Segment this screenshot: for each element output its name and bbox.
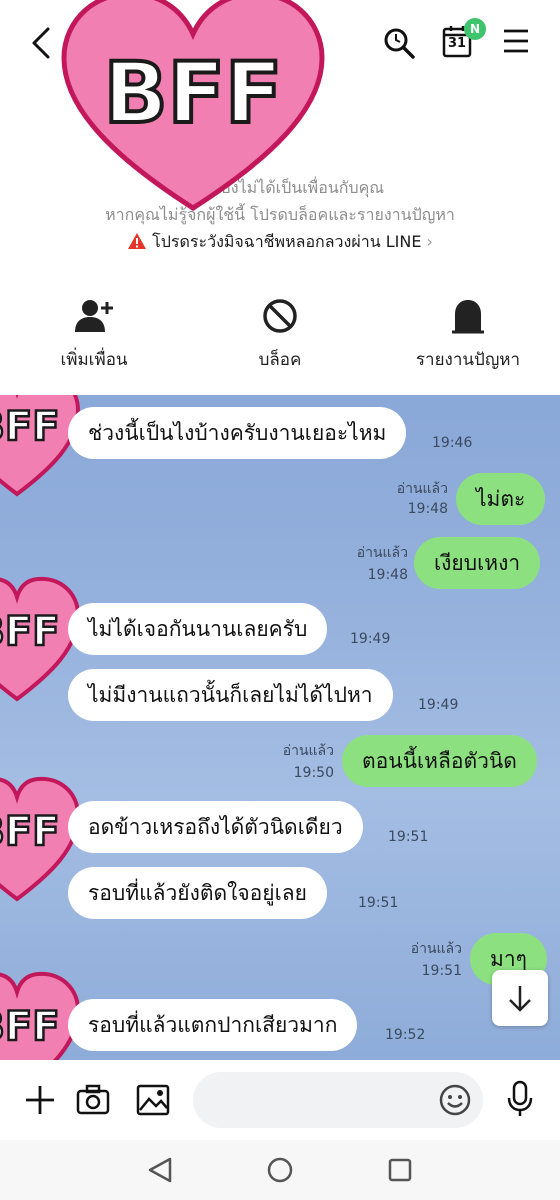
message-time: 19:51 <box>388 829 429 845</box>
scroll-down-icon <box>509 986 531 1012</box>
calendar-button[interactable]: 31 N <box>442 18 486 58</box>
scam-alert-text: โปรดระวังมิจฉาชีพหลอกลวงผ่าน LINE <box>152 232 422 251</box>
message-bubble-outgoing[interactable]: ไม่ตะ <box>456 473 546 525</box>
message-time: 19:48 <box>367 567 408 583</box>
calendar-day: 31 <box>447 36 467 51</box>
message-bubble-incoming[interactable]: รอบที่แล้วยังติดใจอยู่เลย <box>68 867 327 919</box>
message-time: 19:49 <box>418 697 459 713</box>
back-icon[interactable] <box>28 26 54 60</box>
message-bubble-incoming[interactable]: ช่วงนี้เป็นไงบ้างครับงานเยอะไหม <box>68 407 407 459</box>
search-icon[interactable] <box>382 26 416 60</box>
message-time: 19:49 <box>350 631 391 647</box>
chat-area[interactable]: BFF BFF BFF BFF ช่วงนี้เป็นไงบ้างครับงาน… <box>0 395 560 1060</box>
read-receipt: อ่านแล้ว <box>396 481 448 497</box>
message-input[interactable] <box>193 1072 483 1128</box>
report-label: รายงานปัญหา <box>415 350 521 370</box>
mic-icon[interactable] <box>506 1080 534 1118</box>
read-receipt: อ่านแล้ว <box>356 545 408 561</box>
message-bubble-incoming[interactable]: ไม่มีงานแถวนั้นก็เลยไม่ได้ไปหา <box>68 669 393 721</box>
scroll-to-bottom-button[interactable] <box>492 970 548 1026</box>
scam-alert-link[interactable]: โปรดระวังมิจฉาชีพหลอกลวงผ่าน LINE › <box>0 230 560 255</box>
add-friend-icon <box>75 300 113 332</box>
new-badge: N <box>464 18 486 40</box>
nav-home-icon[interactable] <box>266 1156 294 1184</box>
action-bar: เพิ่มเพื่อน บล็อค รายงานปัญหา <box>0 280 560 395</box>
avatar-text: BFF <box>0 609 60 655</box>
message-bubble-outgoing[interactable]: ตอนนี้เหลือตัวนิด <box>342 735 537 787</box>
add-friend-label: เพิ่มเพื่อน <box>60 350 128 370</box>
message-time: 19:51 <box>358 895 399 911</box>
system-nav-bar <box>0 1140 560 1200</box>
plus-icon[interactable] <box>24 1084 56 1116</box>
input-bar <box>0 1060 560 1140</box>
avatar-text: BFF <box>0 1004 60 1050</box>
read-receipt: อ่านแล้ว <box>282 743 334 759</box>
read-receipt: อ่านแล้ว <box>410 941 462 957</box>
message-time: 19:51 <box>421 963 462 979</box>
add-friend-button[interactable]: เพิ่มเพื่อน <box>14 298 174 373</box>
block-icon <box>263 299 297 333</box>
chevron-right-icon: › <box>426 232 433 251</box>
profile-heart-sticker: BFF <box>61 0 325 211</box>
avatar-text: BFF <box>0 809 60 855</box>
report-icon <box>452 300 484 334</box>
message-time: 19:46 <box>432 435 473 451</box>
message-time: 19:52 <box>385 1027 426 1043</box>
sticker-text: BFF <box>104 44 283 142</box>
camera-icon[interactable] <box>76 1084 110 1116</box>
message-time: 19:48 <box>407 501 448 517</box>
sender-avatar[interactable]: BFF <box>0 395 82 500</box>
message-bubble-incoming[interactable]: รอบที่แล้วแตกปากเสียวมาก <box>68 999 358 1051</box>
nav-back-icon[interactable] <box>146 1156 174 1184</box>
image-icon[interactable] <box>136 1084 170 1116</box>
message-time: 19:50 <box>293 765 334 781</box>
nav-recents-icon[interactable] <box>386 1156 414 1184</box>
message-bubble-incoming[interactable]: อดข้าวเหรอถึงได้ตัวนิดเดียว <box>68 801 363 853</box>
report-button[interactable]: รายงานปัญหา <box>388 298 548 373</box>
emoji-icon[interactable] <box>439 1084 471 1116</box>
message-bubble-outgoing[interactable]: เงียบเหงา <box>414 537 541 589</box>
warning-icon <box>128 233 147 249</box>
menu-icon[interactable] <box>502 28 530 54</box>
block-button[interactable]: บล็อค <box>200 298 360 373</box>
avatar-text: BFF <box>0 404 60 450</box>
block-label: บล็อค <box>258 350 302 370</box>
message-bubble-incoming[interactable]: ไม่ได้เจอกันนานเลยครับ <box>68 603 328 655</box>
